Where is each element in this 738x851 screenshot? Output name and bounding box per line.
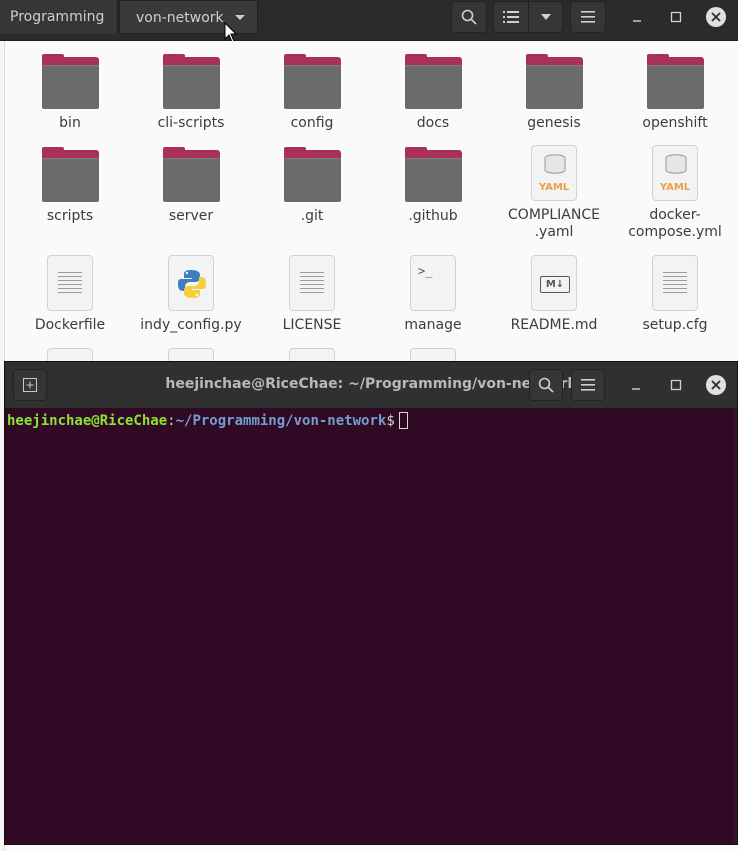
yaml-file-icon: YAML [531, 145, 577, 201]
terminal-text-area[interactable]: heejinchae@RiceChae:~/Programming/von-ne… [5, 408, 737, 844]
item-label: openshift [642, 115, 708, 131]
chevron-down-icon [540, 14, 551, 20]
folder-icon [404, 54, 462, 109]
minimize-icon [632, 388, 640, 390]
view-list-button[interactable] [493, 1, 529, 33]
folder-icon [162, 54, 220, 109]
terminal-search-button[interactable] [529, 369, 563, 401]
close-icon [711, 380, 721, 390]
item-label: README.md [510, 317, 598, 333]
item-label: indy_config.py [140, 317, 242, 333]
file-item[interactable]: indy_config.py [136, 255, 246, 334]
list-view-icon [503, 11, 519, 23]
file-item[interactable]: YAML COMPLIANCE .yaml [499, 145, 609, 241]
menu-button[interactable] [570, 1, 606, 33]
item-label: bin [59, 115, 81, 131]
maximize-icon [670, 11, 682, 23]
prompt-separator: : [167, 413, 176, 429]
item-label: docker- compose.yml [628, 207, 722, 240]
file-item[interactable]: LICENSE [257, 255, 367, 334]
folder-item[interactable]: server [136, 147, 246, 225]
terminal-maximize-button[interactable] [667, 376, 685, 394]
terminal-close-button[interactable] [706, 375, 726, 395]
chevron-down-icon[interactable] [235, 15, 245, 20]
prompt-user: heejinchae@RiceChae [7, 413, 168, 429]
search-icon [538, 377, 554, 393]
item-label: setup.cfg [642, 317, 708, 333]
folder-item[interactable]: openshift [620, 54, 730, 132]
item-label: cli-scripts [157, 115, 225, 131]
breadcrumb-current-label: von-network [136, 10, 224, 26]
breadcrumb-programming[interactable]: Programming [0, 0, 118, 34]
text-cursor [398, 412, 408, 429]
file-item[interactable]: >_ manage [378, 255, 488, 334]
item-label: Dockerfile [34, 317, 106, 333]
shell-prompt: heejinchae@RiceChae:~/Programming/von-ne… [7, 412, 408, 429]
item-label: COMPLIANCE .yaml [508, 207, 600, 240]
folder-icon [283, 147, 341, 202]
text-file-icon [47, 255, 93, 311]
maximize-button[interactable] [667, 8, 685, 26]
minimize-icon [633, 20, 641, 22]
python-file-icon [168, 255, 214, 311]
file-item[interactable]: setup.cfg [620, 255, 730, 334]
folder-item[interactable]: cli-scripts [136, 54, 246, 132]
folder-item[interactable]: .github [378, 147, 488, 225]
script-file-icon: >_ [410, 255, 456, 311]
yaml-file-icon: YAML [652, 145, 698, 201]
item-label: manage [404, 317, 462, 333]
folder-icon [162, 147, 220, 202]
close-icon [711, 12, 721, 22]
terminal-headerbar: heejinchae@RiceChae: ~/Programming/von-n… [5, 362, 737, 409]
item-label: docs [416, 115, 450, 131]
minimize-button[interactable] [628, 8, 646, 26]
folder-item[interactable]: genesis [499, 54, 609, 132]
file-item[interactable]: Dockerfile [15, 255, 125, 334]
maximize-icon [670, 379, 682, 391]
item-label: scripts [46, 208, 94, 224]
close-button[interactable] [706, 7, 726, 27]
folder-item[interactable]: .git [257, 147, 367, 225]
item-label: LICENSE [282, 317, 342, 333]
folder-item[interactable]: scripts [15, 147, 125, 225]
hamburger-icon [581, 11, 595, 23]
terminal-menu-button[interactable] [571, 369, 605, 401]
item-label: .github [408, 208, 458, 224]
file-item[interactable]: YAML docker- compose.yml [620, 145, 730, 241]
folder-item[interactable]: bin [15, 54, 125, 132]
folder-icon [646, 54, 704, 109]
prompt-path: ~/Programming/von-network [175, 413, 387, 429]
hamburger-icon [581, 379, 595, 391]
file-manager-headerbar: Programming von-network [0, 0, 738, 43]
folder-item[interactable]: docs [378, 54, 488, 132]
terminal-scrollbar[interactable] [733, 408, 737, 844]
item-label: server [168, 208, 214, 224]
item-label: .git [300, 208, 324, 224]
markdown-file-icon: M↓ [531, 255, 577, 311]
search-button[interactable] [451, 1, 487, 33]
folder-icon [41, 147, 99, 202]
terminal-window: heejinchae@RiceChae: ~/Programming/von-n… [4, 361, 738, 845]
folder-item[interactable]: config [257, 54, 367, 132]
folder-icon [525, 54, 583, 109]
terminal-minimize-button[interactable] [627, 376, 645, 394]
view-options-button[interactable] [528, 1, 563, 33]
file-item[interactable]: M↓ README.md [499, 255, 609, 334]
folder-icon [404, 147, 462, 202]
folder-icon [283, 54, 341, 109]
prompt-dollar: $ [386, 413, 395, 429]
text-file-icon [289, 255, 335, 311]
search-icon [461, 9, 477, 25]
item-label: genesis [527, 115, 581, 131]
text-file-icon [652, 255, 698, 311]
item-label: config [290, 115, 334, 131]
folder-icon [41, 54, 99, 109]
